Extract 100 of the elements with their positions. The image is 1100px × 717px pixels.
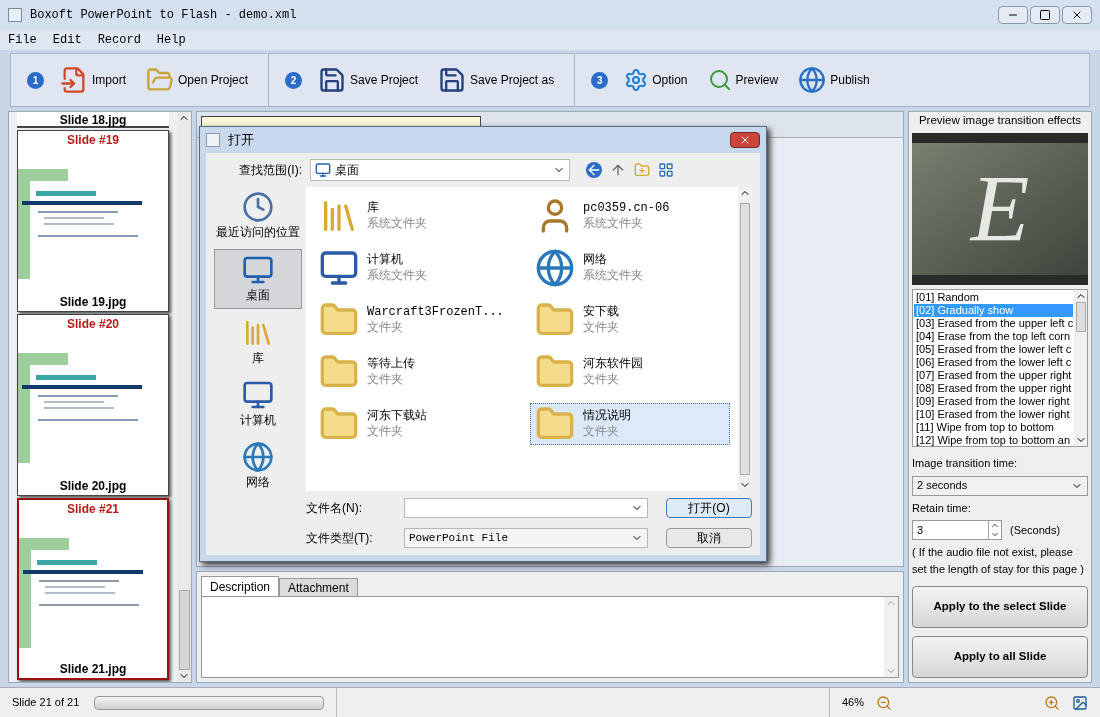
file-type: 文件夹 (367, 320, 404, 335)
menu-item[interactable]: Record (97, 31, 141, 49)
scroll-thumb[interactable] (1075, 302, 1086, 333)
view-menu-icon[interactable] (658, 162, 674, 178)
folder-entry[interactable]: 库 系统文件夹 (314, 195, 514, 237)
transition-preview: E (912, 133, 1088, 286)
effect-item[interactable]: [03] Erased from the upper left c (914, 317, 1073, 331)
file-type: 系统文件夹 (367, 216, 427, 231)
network-icon (535, 248, 575, 288)
folder-entry[interactable]: 情况说明 文件夹 (530, 403, 730, 445)
close-button[interactable] (730, 132, 760, 148)
slide-caption: Slide 18.jpg (59, 114, 127, 126)
folder-entry[interactable]: 计算机 系统文件夹 (314, 247, 514, 289)
toolbar-button[interactable]: Save Project (314, 60, 423, 100)
folder-entry[interactable]: 网络 系统文件夹 (530, 247, 730, 289)
slide-caption: Slide 21.jpg (58, 661, 128, 678)
effect-item[interactable]: [09] Erased from the lower right (914, 395, 1073, 409)
slide-item[interactable]: Slide #20 Slide 20.jpg (17, 314, 169, 496)
open-button[interactable]: 打开(O) (666, 498, 752, 518)
toolbar-button[interactable]: Open Project (142, 60, 253, 100)
file-name: 河东软件园 (583, 357, 643, 372)
description-field[interactable] (201, 596, 899, 678)
filename-field[interactable] (404, 498, 648, 518)
magnifier-icon (707, 68, 732, 92)
scroll-thumb[interactable] (740, 203, 750, 475)
scrollbar[interactable] (177, 112, 191, 682)
effect-item[interactable]: [11] Wipe from top to bottom (914, 421, 1073, 435)
transition-time-label: Image transition time: (912, 456, 1019, 472)
toolbar-button[interactable]: Preview (703, 60, 783, 100)
gear-icon (624, 68, 649, 92)
cancel-button[interactable]: 取消 (666, 528, 752, 548)
effect-item[interactable]: [10] Erased from the lower right (914, 408, 1073, 422)
places-item[interactable]: 网络 (214, 437, 302, 495)
file-name: pc0359.cn-06 (583, 201, 670, 216)
menu-item[interactable]: File (8, 31, 37, 49)
seconds-unit: (Seconds) (1010, 522, 1061, 538)
menu-item[interactable]: Edit (52, 31, 82, 49)
retain-time-spinner[interactable]: 3 (912, 520, 1002, 541)
dialog-title: 打开 (228, 131, 254, 150)
up-folder-icon[interactable] (610, 162, 626, 178)
zoom-level: 46% (841, 695, 864, 711)
effect-item[interactable]: [01] Random (914, 291, 1073, 305)
effect-item[interactable]: [07] Erased from the upper right (914, 369, 1073, 383)
filetype-dropdown[interactable]: PowerPoint File (404, 528, 648, 548)
scrollbar[interactable] (1074, 290, 1087, 447)
step-number: 3 (591, 71, 609, 89)
places-item[interactable]: 桌面 (214, 249, 302, 309)
maximize-button[interactable] (1030, 6, 1060, 24)
places-item[interactable]: 库 (214, 313, 302, 371)
file-name: Warcraft3FrozenT... (367, 305, 504, 320)
folder-entry[interactable]: 河东下载站 文件夹 (314, 403, 514, 445)
file-name: 库 (367, 201, 380, 216)
menu-item[interactable]: Help (156, 31, 186, 49)
file-name: 情况说明 (583, 409, 631, 424)
look-in-dropdown[interactable]: 桌面 (310, 159, 570, 181)
close-button[interactable] (1062, 6, 1092, 24)
slide-item[interactable]: Slide #19 Slide 19.jpg (17, 130, 169, 312)
app-icon (8, 8, 22, 22)
toolbar-button[interactable]: Import (56, 60, 130, 100)
folder-entry[interactable]: 等待上传 文件夹 (314, 351, 514, 393)
folder-entry[interactable]: Warcraft3FrozenT... 文件夹 (314, 299, 514, 341)
effect-item[interactable]: [08] Erased from the upper right (914, 382, 1073, 396)
apply-button[interactable]: Apply to the select Slide (912, 586, 1088, 629)
slide-caption: Slide 20.jpg (58, 478, 128, 495)
folder-entry[interactable]: 安下载 文件夹 (530, 299, 730, 341)
effect-item[interactable]: [04] Erase from the top left corn (914, 330, 1073, 344)
panel-title: Preview image transition effects (917, 113, 1083, 128)
filetype-label: 文件类型(T): (306, 530, 374, 547)
zoom-out-icon[interactable] (876, 694, 892, 711)
zoom-in-icon[interactable] (1044, 694, 1060, 711)
file-type: 文件夹 (583, 372, 620, 387)
tab[interactable]: Description (201, 576, 280, 596)
effect-item[interactable]: [12] Wipe from top to bottom an (914, 434, 1073, 447)
scroll-thumb[interactable] (178, 590, 190, 670)
back-icon[interactable] (586, 162, 602, 178)
effect-item[interactable]: [05] Erased from the lower left c (914, 343, 1073, 357)
toolbar-button[interactable]: Publish (794, 60, 874, 100)
tab[interactable]: Attachment (279, 578, 358, 596)
slide-count: Slide 21 of 21 (12, 695, 81, 711)
effect-item[interactable]: [06] Erased from the lower left c (914, 356, 1073, 370)
close-icon (739, 134, 751, 146)
file-name: 安下载 (583, 305, 619, 320)
slide-item[interactable]: Slide #21 Slide 21.jpg (17, 498, 169, 680)
toolbar-button[interactable]: Save Project as (434, 60, 559, 100)
toolbar-button[interactable]: Option (620, 60, 692, 100)
filename-label: 文件名(N): (306, 500, 363, 517)
slide-item[interactable]: Slide 18.jpg (17, 112, 169, 128)
fit-image-icon[interactable] (1072, 694, 1088, 711)
file-name: 计算机 (367, 253, 404, 268)
file-type: 系统文件夹 (583, 268, 643, 283)
computer-icon (242, 379, 274, 411)
file-name: 网络 (583, 253, 608, 268)
transition-time-dropdown[interactable]: 2 seconds (912, 475, 1088, 496)
minimize-button[interactable] (998, 6, 1028, 24)
apply-button[interactable]: Apply to all Slide (912, 636, 1088, 678)
folder-entry[interactable]: pc0359.cn-06 系统文件夹 (530, 195, 730, 237)
globe-icon (798, 66, 827, 94)
places-item[interactable]: 最近访问的位置 (214, 187, 302, 245)
folder-entry[interactable]: 河东软件园 文件夹 (530, 351, 730, 393)
places-item[interactable]: 计算机 (214, 375, 302, 433)
